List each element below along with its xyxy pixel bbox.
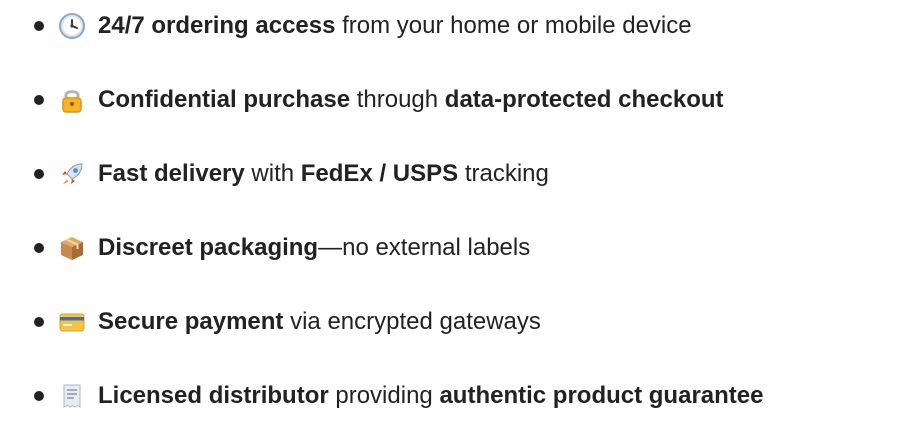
feature-text: 24/7 ordering access from your home or m… bbox=[98, 12, 692, 40]
feature-regular-text: via encrypted gateways bbox=[283, 308, 541, 335]
package-icon bbox=[61, 237, 83, 260]
feature-bold-text: 24/7 ordering access bbox=[98, 12, 336, 39]
feature-text: Discreet packaging—no external labels bbox=[98, 234, 530, 262]
feature-regular-text: from your home or mobile device bbox=[335, 12, 692, 39]
feature-bold-text: data-protected checkout bbox=[444, 86, 724, 113]
feature-text: Confidential purchase through data-prote… bbox=[98, 86, 724, 114]
feature-text: Licensed distributor providing authentic… bbox=[98, 382, 763, 410]
feature-bold-text: Discreet packaging bbox=[98, 234, 319, 261]
feature-regular-text: with bbox=[244, 160, 301, 187]
feature-text: Secure payment via encrypted gateways bbox=[98, 308, 541, 336]
rocket-icon bbox=[62, 163, 83, 184]
feature-regular-text: —no external labels bbox=[318, 234, 531, 261]
lock-icon bbox=[62, 90, 82, 113]
bullet-icon bbox=[34, 317, 44, 327]
credit-card-icon bbox=[59, 313, 85, 332]
feature-bold-text: Fast delivery bbox=[98, 160, 245, 187]
bullet-icon bbox=[34, 169, 44, 179]
feature-bold-text: Licensed distributor bbox=[98, 382, 329, 409]
feature-bold-text: Confidential purchase bbox=[98, 86, 351, 113]
bullet-icon bbox=[34, 21, 44, 31]
receipt-icon bbox=[63, 384, 81, 408]
feature-bold-text: Secure payment bbox=[98, 308, 284, 335]
feature-regular-text: providing bbox=[328, 382, 440, 409]
feature-bold-text: FedEx / USPS bbox=[300, 160, 459, 187]
feature-regular-text: through bbox=[350, 86, 445, 113]
bullet-icon bbox=[34, 391, 44, 401]
clock-icon bbox=[59, 13, 85, 39]
bullet-icon bbox=[34, 243, 44, 253]
feature-regular-text: tracking bbox=[458, 160, 549, 187]
feature-bold-text: authentic product guarantee bbox=[439, 382, 764, 409]
bullet-icon bbox=[34, 95, 44, 105]
feature-text: Fast delivery with FedEx / USPS tracking bbox=[98, 160, 549, 188]
